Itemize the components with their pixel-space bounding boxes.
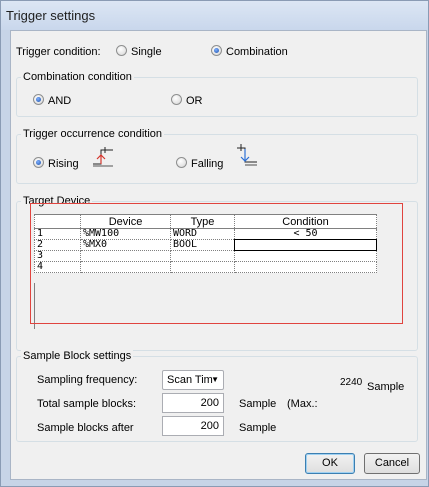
radio-falling[interactable] — [176, 157, 187, 168]
sample-block-legend: Sample Block settings — [21, 350, 134, 362]
blocks-after-input[interactable]: 200 — [162, 416, 224, 436]
sampling-frequency-label: Sampling frequency: — [37, 374, 138, 386]
radio-combination[interactable] — [211, 45, 222, 56]
trigger-condition-label: Trigger condition: — [16, 46, 101, 58]
radio-single-label: Single — [131, 46, 162, 58]
radio-combination-label: Combination — [226, 46, 288, 58]
combination-condition-legend: Combination condition — [21, 71, 134, 83]
blocks-after-label: Sample blocks after — [37, 422, 134, 434]
title-bar[interactable]: Trigger settings — [1, 1, 428, 30]
sampling-frequency-value: Scan Tim — [167, 374, 213, 386]
radio-or[interactable] — [171, 94, 182, 105]
blocks-after-unit: Sample — [239, 422, 277, 434]
total-blocks-label: Total sample blocks: — [37, 398, 137, 410]
max-sample-value: 2240 — [340, 377, 363, 388]
total-blocks-input[interactable]: 200 — [162, 393, 224, 413]
total-blocks-unit: Sample — [239, 398, 277, 410]
trigger-occurrence-legend: Trigger occurrence condition — [21, 128, 164, 140]
radio-single[interactable] — [116, 45, 127, 56]
window-title: Trigger settings — [6, 8, 96, 23]
highlight-rectangle — [30, 203, 403, 324]
falling-edge-icon — [237, 144, 257, 166]
dialog-body: Trigger condition: Single Combination Co… — [10, 30, 427, 480]
chevron-down-icon: ▼ — [211, 375, 219, 384]
radio-falling-label: Falling — [191, 158, 224, 170]
radio-rising[interactable] — [33, 157, 44, 168]
radio-rising-label: Rising — [48, 158, 79, 170]
combination-condition-group — [16, 77, 418, 117]
radio-and-label: AND — [48, 95, 72, 107]
rising-edge-icon — [93, 147, 113, 167]
sampling-frequency-select[interactable]: Scan Tim ▼ — [162, 370, 224, 390]
max-label: (Max.: — [287, 398, 318, 410]
ok-button[interactable]: OK — [305, 453, 355, 474]
radio-and[interactable] — [33, 94, 44, 105]
max-sample-unit: Sample — [367, 381, 405, 393]
cancel-button[interactable]: Cancel — [364, 453, 420, 474]
trigger-settings-window: Trigger settings Trigger condition: Sing… — [0, 0, 429, 487]
radio-or-label: OR — [186, 95, 203, 107]
